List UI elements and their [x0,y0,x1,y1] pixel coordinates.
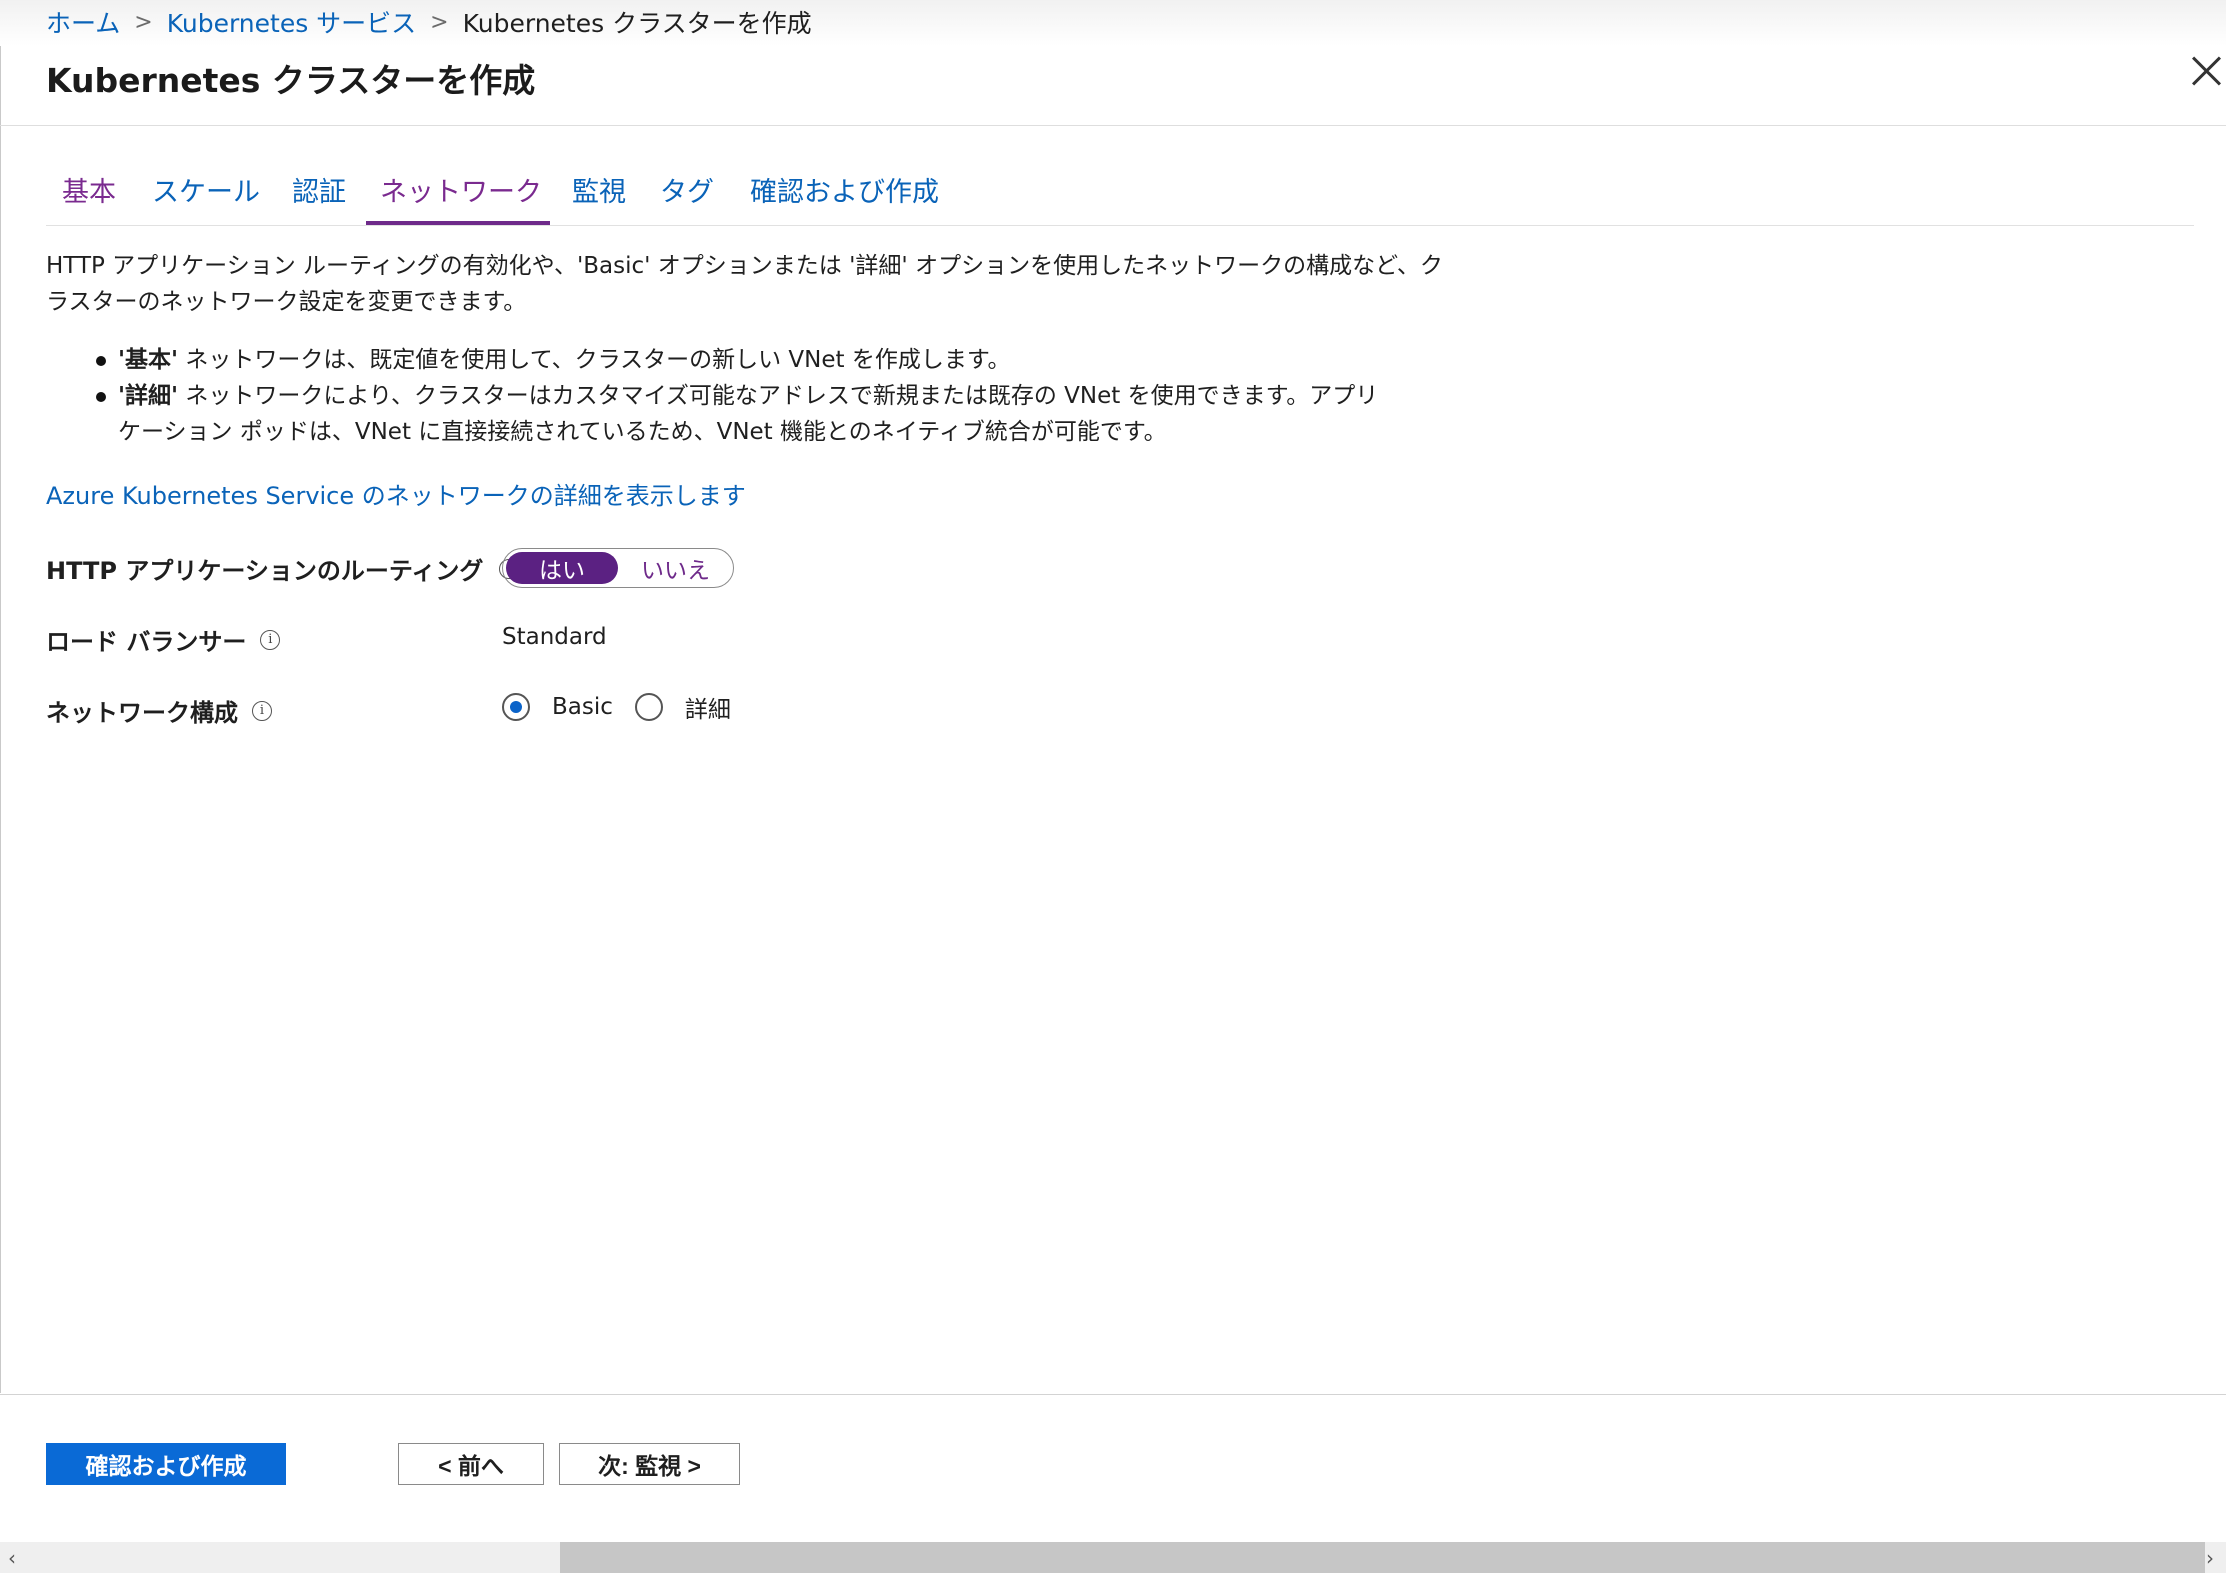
load-balancer-value: Standard [502,624,607,650]
network-config-label: ネットワーク構成 i [46,693,272,728]
bullet-bold: '基本' [118,347,179,373]
bullet-bold: '詳細' [118,383,179,409]
divider [0,125,2226,126]
tab-scale[interactable]: スケール [152,170,260,209]
review-create-button[interactable]: 確認および作成 [46,1443,286,1485]
learn-more-link[interactable]: Azure Kubernetes Service のネットワークの詳細を表示しま… [46,476,746,511]
network-config-radio-group: Basic 詳細 [502,690,753,724]
scroll-right-icon[interactable]: › [2206,1546,2214,1570]
list-item: '基本' ネットワークは、既定値を使用して、クラスターの新しい VNet を作成… [96,342,1396,378]
tab-review-create[interactable]: 確認および作成 [750,170,939,209]
scrollbar-thumb[interactable] [560,1542,2205,1573]
info-icon[interactable]: i [260,629,281,650]
radio-basic-label[interactable]: Basic [552,694,613,720]
load-balancer-label-text: ロード バランサー [46,628,247,656]
tab-basics[interactable]: 基本 [62,170,116,209]
chevron-right-icon: > [430,9,449,35]
networking-description: HTTP アプリケーション ルーティングの有効化や、'Basic' オプションま… [46,253,1443,315]
info-icon[interactable]: i [252,700,272,721]
horizontal-scrollbar[interactable]: ‹ › [0,1542,2226,1573]
radio-advanced-label[interactable]: 詳細 [685,690,731,724]
close-icon[interactable] [2192,56,2222,86]
tab-divider [46,225,2194,226]
http-routing-label: HTTP アプリケーションのルーティング i [46,551,520,586]
breadcrumb-current: Kubernetes クラスターを作成 [462,9,812,38]
chevron-right-icon: > [134,9,153,35]
footer-divider [0,1394,2226,1395]
breadcrumb: ホーム > Kubernetes サービス > Kubernetes クラスター… [46,4,812,40]
http-routing-toggle[interactable]: はい いいえ [502,548,734,588]
network-config-label-text: ネットワーク構成 [46,699,238,727]
previous-button[interactable]: < 前へ [398,1443,544,1485]
scroll-left-icon[interactable]: ‹ [8,1546,16,1570]
page-title: Kubernetes クラスターを作成 [46,61,536,100]
list-item: '詳細' ネットワークにより、クラスターはカスタマイズ可能なアドレスで新規または… [96,378,1396,450]
tab-authentication[interactable]: 認証 [292,170,346,209]
http-routing-label-text: HTTP アプリケーションのルーティング [46,557,484,585]
network-options-list: '基本' ネットワークは、既定値を使用して、クラスターの新しい VNet を作成… [96,342,1396,450]
radio-advanced[interactable] [634,693,663,721]
next-button[interactable]: 次: 監視 > [559,1443,740,1485]
tab-monitoring[interactable]: 監視 [572,170,626,209]
toggle-no-option[interactable]: いいえ [618,551,733,585]
load-balancer-label: ロード バランサー i [46,622,281,657]
bullet-text: ネットワークにより、クラスターはカスタマイズ可能なアドレスで新規または既存の V… [118,383,1379,445]
tab-tags[interactable]: タグ [660,170,714,209]
breadcrumb-home[interactable]: ホーム [46,4,120,40]
toggle-yes-option[interactable]: はい [506,552,618,584]
radio-basic[interactable] [502,693,530,721]
breadcrumb-kubernetes-services[interactable]: Kubernetes サービス [167,4,416,40]
bullet-text: ネットワークは、既定値を使用して、クラスターの新しい VNet を作成します。 [178,347,1011,373]
tab-networking[interactable]: ネットワーク [380,170,542,209]
